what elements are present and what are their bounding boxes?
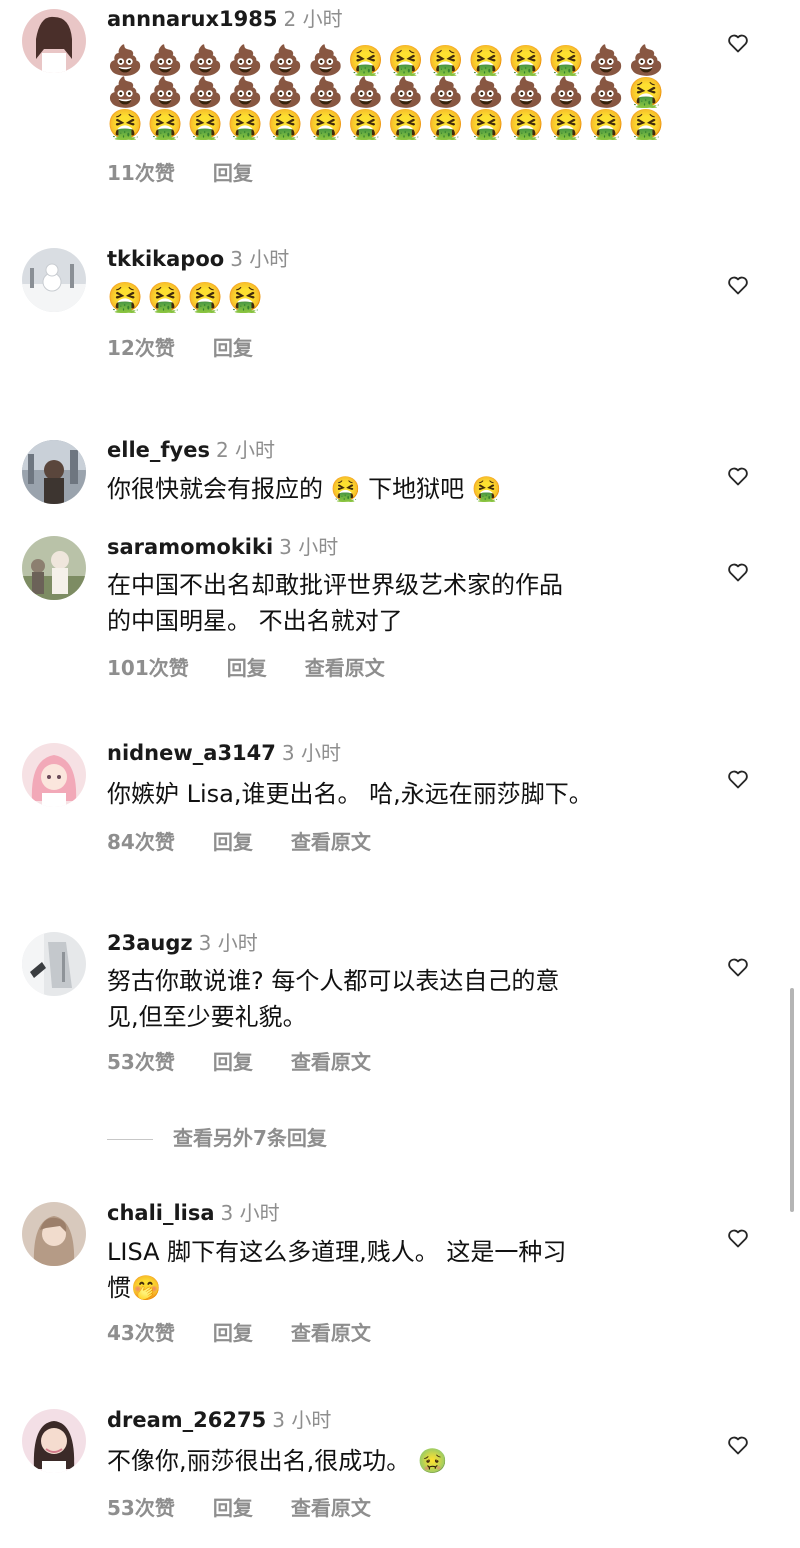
- comment-meta: chali_lisa 3 小时: [107, 1199, 280, 1227]
- avatar[interactable]: [22, 248, 86, 312]
- username[interactable]: saramomokiki: [107, 535, 273, 559]
- comment-actions: 12次赞 回复: [107, 335, 291, 361]
- comment-emoji-line: 💩💩💩💩💩💩💩💩💩💩💩💩💩🤮: [107, 75, 669, 109]
- comment-text: 不像你,丽莎很出名,很成功。 🤢: [107, 1447, 448, 1475]
- comment-text-line: 在中国不出名却敢批评世界级艺术家的作品: [107, 571, 563, 599]
- comment-emoji-line: 🤮🤮🤮🤮: [107, 280, 268, 314]
- comment-text: 你很快就会有报应的 🤮 下地狱吧 🤮: [107, 475, 502, 503]
- reply-button[interactable]: 回复: [213, 336, 253, 360]
- see-original-button[interactable]: 查看原文: [291, 1050, 371, 1074]
- username[interactable]: 23augz: [107, 931, 193, 955]
- comment-text-line: 见,但至少要礼貌。: [107, 1003, 307, 1031]
- view-more-replies-button[interactable]: 查看另外7条回复: [107, 1124, 327, 1152]
- username[interactable]: chali_lisa: [107, 1201, 215, 1225]
- like-count[interactable]: 53次赞: [107, 1050, 175, 1074]
- heart-outline-icon[interactable]: [726, 767, 750, 791]
- scrollbar[interactable]: [790, 988, 794, 1212]
- comment-meta: 23augz 3 小时: [107, 929, 258, 957]
- like-count[interactable]: 53次赞: [107, 1496, 175, 1520]
- avatar[interactable]: [22, 536, 86, 600]
- reply-button[interactable]: 回复: [213, 161, 253, 185]
- see-original-button[interactable]: 查看原文: [291, 830, 371, 854]
- comment-actions: 53次赞 回复 查看原文: [107, 1495, 409, 1521]
- username[interactable]: elle_fyes: [107, 438, 210, 462]
- username[interactable]: tkkikapoo: [107, 247, 224, 271]
- avatar[interactable]: [22, 1409, 86, 1473]
- divider-line: [107, 1139, 153, 1140]
- comment-text-line: 的中国明星。 不出名就对了: [107, 607, 403, 635]
- comment-text: 你嫉妒 Lisa,谁更出名。 哈,永远在丽莎脚下。: [107, 780, 593, 808]
- avatar[interactable]: [22, 932, 86, 996]
- comment-emoji-line: 🤮🤮🤮🤮🤮🤮🤮🤮🤮🤮🤮🤮🤮🤮: [107, 107, 669, 141]
- heart-outline-icon[interactable]: [726, 560, 750, 584]
- reply-button[interactable]: 回复: [213, 1496, 253, 1520]
- comment-meta: annnarux1985 2 小时: [107, 5, 343, 33]
- comment-actions: 53次赞 回复 查看原文: [107, 1049, 409, 1075]
- timestamp: 2 小时: [215, 438, 276, 462]
- see-original-button[interactable]: 查看原文: [291, 1321, 371, 1345]
- like-count[interactable]: 84次赞: [107, 830, 175, 854]
- comment-meta: elle_fyes 2 小时: [107, 436, 275, 464]
- avatar[interactable]: [22, 440, 86, 504]
- comment-emoji-line: 💩💩💩💩💩💩🤮🤮🤮🤮🤮🤮💩💩: [107, 43, 669, 77]
- timestamp: 3 小时: [230, 247, 290, 271]
- reply-button[interactable]: 回复: [213, 830, 253, 854]
- timestamp: 2 小时: [283, 7, 343, 31]
- timestamp: 3 小时: [279, 535, 339, 559]
- heart-outline-icon[interactable]: [726, 273, 750, 297]
- like-count[interactable]: 12次赞: [107, 336, 175, 360]
- avatar[interactable]: [22, 1202, 86, 1266]
- comment-actions: 101次赞 回复 查看原文: [107, 655, 423, 681]
- username[interactable]: nidnew_a3147: [107, 741, 276, 765]
- username[interactable]: dream_26275: [107, 1408, 266, 1432]
- comment-text-line: 惯🤭: [107, 1274, 161, 1302]
- timestamp: 3 小时: [281, 741, 341, 765]
- comment-meta: saramomokiki 3 小时: [107, 533, 338, 561]
- heart-outline-icon[interactable]: [726, 464, 750, 488]
- like-count[interactable]: 43次赞: [107, 1321, 175, 1345]
- username[interactable]: annnarux1985: [107, 7, 278, 31]
- avatar[interactable]: [22, 743, 86, 807]
- comment-actions: 84次赞 回复 查看原文: [107, 829, 409, 855]
- heart-outline-icon[interactable]: [726, 31, 750, 55]
- timestamp: 3 小时: [272, 1408, 332, 1432]
- view-more-replies-label: 查看另外7条回复: [173, 1126, 327, 1150]
- comment-text-line: LISA 脚下有这么多道理,贱人。 这是一种习: [107, 1238, 567, 1266]
- heart-outline-icon[interactable]: [726, 955, 750, 979]
- reply-button[interactable]: 回复: [213, 1321, 253, 1345]
- see-original-button[interactable]: 查看原文: [291, 1496, 371, 1520]
- like-count[interactable]: 11次赞: [107, 161, 175, 185]
- heart-outline-icon[interactable]: [726, 1433, 750, 1457]
- like-count[interactable]: 101次赞: [107, 656, 189, 680]
- comment-meta: nidnew_a3147 3 小时: [107, 739, 341, 767]
- timestamp: 3 小时: [198, 931, 258, 955]
- comment-meta: tkkikapoo 3 小时: [107, 245, 289, 273]
- comment-actions: 43次赞 回复 查看原文: [107, 1320, 409, 1346]
- timestamp: 3 小时: [220, 1201, 280, 1225]
- comment-meta: dream_26275 3 小时: [107, 1406, 331, 1434]
- comment-text-line: 努古你敢说谁? 每个人都可以表达自己的意: [107, 967, 560, 995]
- reply-button[interactable]: 回复: [213, 1050, 253, 1074]
- heart-outline-icon[interactable]: [726, 1226, 750, 1250]
- reply-button[interactable]: 回复: [227, 656, 267, 680]
- avatar[interactable]: [22, 9, 86, 73]
- see-original-button[interactable]: 查看原文: [305, 656, 385, 680]
- comment-actions: 11次赞 回复: [107, 160, 291, 186]
